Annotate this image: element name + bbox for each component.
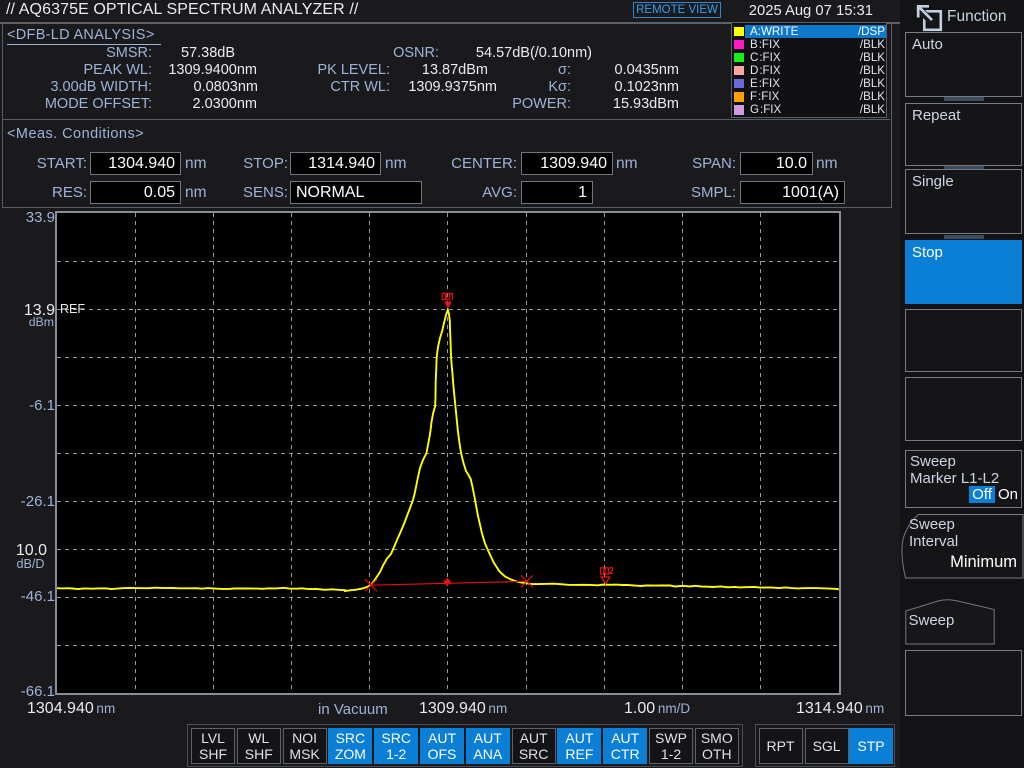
svg-text:Sweep: Sweep xyxy=(909,612,955,629)
